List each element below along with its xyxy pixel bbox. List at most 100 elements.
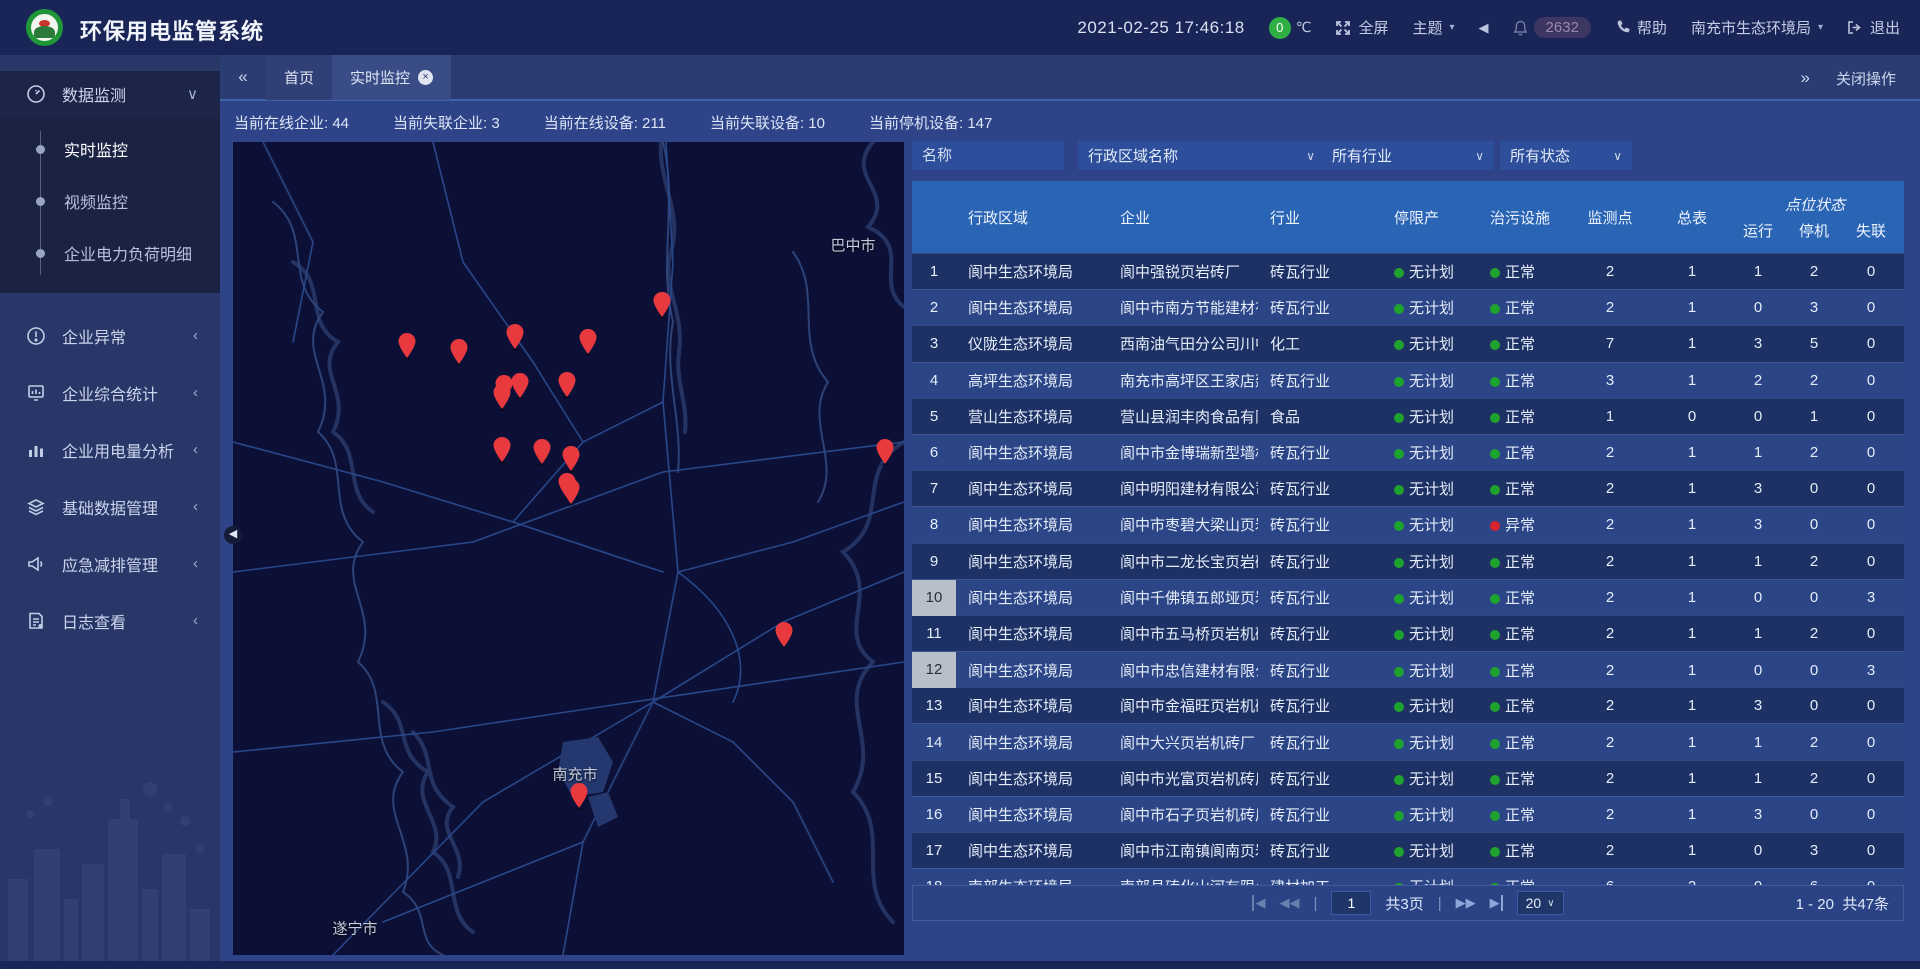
status-dot-icon (1490, 667, 1500, 677)
tabs-scroll-right-button[interactable]: » (1801, 68, 1810, 88)
map-marker-pin[interactable] (397, 332, 417, 360)
table-row[interactable]: 1阆中生态环境局阆中强锐页岩砖厂砖瓦行业无计划正常21120 (912, 253, 1904, 289)
map-marker-pin[interactable] (561, 478, 581, 506)
help-button[interactable]: 帮助 (1615, 17, 1667, 38)
top-bar: 环保用电监管系统 2021-02-25 17:46:18 0 ℃ 全屏 主题 ▾… (0, 0, 1920, 55)
sidebar-item-realtime-monitor[interactable]: 实时监控 (0, 123, 220, 175)
cell-meters: 1 (1654, 734, 1730, 751)
map-marker-pin[interactable] (569, 782, 589, 810)
org-menu[interactable]: 南充市生态环境局 ▾ (1691, 17, 1823, 38)
table-row[interactable]: 5营山生态环境局营山县润丰肉食品有限食品无计划正常10010 (912, 398, 1904, 434)
cell-company: 阆中千佛镇五郎垭页岩 (1108, 587, 1258, 608)
tabs-scroll-left-button[interactable]: « (220, 67, 266, 87)
logout-button[interactable]: 退出 (1847, 17, 1900, 38)
map-marker-pin[interactable] (510, 372, 530, 400)
cell-plan-status: 无计划 (1382, 261, 1478, 282)
sidebar-item-log-view[interactable]: 日志查看 ‹ (0, 592, 220, 649)
fullscreen-button[interactable]: 全屏 (1335, 17, 1388, 38)
close-operations-button[interactable]: 关闭操作 (1836, 68, 1896, 89)
map-marker-pin[interactable] (505, 323, 525, 351)
tab-close-icon[interactable]: × (418, 70, 433, 85)
table-row[interactable]: 14阆中生态环境局阆中大兴页岩机砖厂砖瓦行业无计划正常21120 (912, 723, 1904, 759)
status-dot-icon (1490, 268, 1500, 278)
sidebar-item-data-monitoring[interactable]: 数据监测 ∨ (0, 71, 220, 117)
status-dot-icon (1490, 340, 1500, 350)
map-marker-pin[interactable] (532, 438, 552, 466)
sidebar-collapse-button[interactable]: ◀ (224, 526, 242, 544)
sidebar-item-enterprise-statistics[interactable]: 企业综合统计 ‹ (0, 364, 220, 421)
table-row[interactable]: 7阆中生态环境局阆中明阳建材有限公司砖瓦行业无计划正常21300 (912, 470, 1904, 506)
prev-page-button[interactable]: ◀◀ (1279, 895, 1299, 911)
sidebar-item-basic-data[interactable]: 基础数据管理 ‹ (0, 478, 220, 535)
status-dot-icon (1394, 449, 1404, 459)
row-index: 7 (912, 480, 956, 497)
megaphone-icon (26, 554, 46, 574)
sidebar-item-enterprise-abnormal[interactable]: 企业异常 ‹ (0, 307, 220, 364)
cell-plan-status: 无计划 (1382, 442, 1478, 463)
table-row[interactable]: 9阆中生态环境局阆中市二龙长宝页岩砖砖瓦行业无计划正常21120 (912, 543, 1904, 579)
cell-lost: 0 (1842, 516, 1900, 533)
stat-item: 当前在线设备: 211 (544, 112, 666, 133)
cell-industry: 砖瓦行业 (1258, 442, 1382, 463)
table-row[interactable]: 12阆中生态环境局阆中市忠信建材有限公砖瓦行业无计划正常21003 (912, 651, 1904, 687)
table-row[interactable]: 4高坪生态环境局南充市高坪区王家店建砖瓦行业无计划正常31220 (912, 362, 1904, 398)
name-search-input[interactable] (912, 141, 1064, 170)
map-marker-pin[interactable] (449, 338, 469, 366)
table-row[interactable]: 10阆中生态环境局阆中千佛镇五郎垭页岩砖瓦行业无计划正常21003 (912, 579, 1904, 615)
sidebar-item-power-load-detail[interactable]: 企业电力负荷明细 (0, 227, 220, 279)
cell-region: 阆中生态环境局 (956, 551, 1108, 572)
tab-home[interactable]: 首页 (266, 54, 332, 100)
map-marker-pin[interactable] (774, 621, 794, 649)
cell-meters: 1 (1654, 263, 1730, 280)
theme-menu[interactable]: 主题 ▾ (1413, 17, 1455, 38)
cell-lost: 0 (1842, 734, 1900, 751)
last-page-button[interactable]: ▶ (1490, 895, 1503, 911)
sidebar-item-video-monitor[interactable]: 视频监控 (0, 175, 220, 227)
cell-facility-status: 正常 (1478, 370, 1566, 391)
cell-stop: 0 (1786, 806, 1842, 823)
table-row[interactable]: 2阆中生态环境局阆中市南方节能建材有砖瓦行业无计划正常21030 (912, 289, 1904, 325)
table-row[interactable]: 13阆中生态环境局阆中市金福旺页岩机砖砖瓦行业无计划正常21300 (912, 687, 1904, 723)
map-canvas[interactable]: 巴中市南充市遂宁市 (233, 142, 904, 955)
table-row[interactable]: 6阆中生态环境局阆中市金博瑞新型墙材砖瓦行业无计划正常21120 (912, 434, 1904, 470)
notifications[interactable]: 2632 (1513, 17, 1591, 38)
page-size-select[interactable]: 20 ∨ (1517, 891, 1564, 915)
chevron-down-icon: ∨ (1547, 898, 1554, 909)
map-marker-pin[interactable] (492, 436, 512, 464)
cell-facility-status: 正常 (1478, 333, 1566, 354)
status-select[interactable]: 所有状态 ∨ (1500, 141, 1632, 170)
cell-facility-status: 正常 (1478, 478, 1566, 499)
map-marker-pin[interactable] (578, 328, 598, 356)
sidebar-item-emergency-reduction[interactable]: 应急减排管理 ‹ (0, 535, 220, 592)
page-number-input[interactable] (1331, 891, 1371, 915)
map-marker-pin[interactable] (652, 291, 672, 319)
tab-realtime-monitor[interactable]: 实时监控 × (332, 54, 451, 100)
chevron-left-icon: ‹ (193, 555, 198, 572)
table-row[interactable]: 17阆中生态环境局阆中市江南镇阆南页岩砖瓦行业无计划正常21030 (912, 832, 1904, 868)
cell-points: 2 (1566, 516, 1654, 533)
cell-stop: 6 (1786, 878, 1842, 885)
industry-select[interactable]: 所有行业 ∨ (1322, 141, 1494, 170)
cell-run: 1 (1730, 263, 1786, 280)
table-row[interactable]: 15阆中生态环境局阆中市光富页岩机砖厂砖瓦行业无计划正常21120 (912, 760, 1904, 796)
map-marker-pin[interactable] (875, 438, 895, 466)
table-row[interactable]: 18南部生态环境局南部县砖化山河有限公建材加工无计划正常62060 (912, 868, 1904, 885)
first-page-button[interactable]: ◀ (1252, 895, 1265, 911)
cell-lost: 0 (1842, 299, 1900, 316)
next-page-button[interactable]: ▶▶ (1456, 895, 1476, 911)
sidebar-item-power-analysis[interactable]: 企业用电量分析 ‹ (0, 421, 220, 478)
table-row[interactable]: 8阆中生态环境局阆中市枣碧大梁山页岩砖瓦行业无计划异常21300 (912, 506, 1904, 542)
map-marker-pin[interactable] (561, 445, 581, 473)
cell-meters: 1 (1654, 662, 1730, 679)
map-marker-pin[interactable] (557, 371, 577, 399)
table-row[interactable]: 11阆中生态环境局阆中市五马桥页岩机砖砖瓦行业无计划正常21120 (912, 615, 1904, 651)
map-marker-pin[interactable] (492, 383, 512, 411)
mute-button[interactable]: ◀ (1479, 20, 1489, 36)
region-select[interactable]: 行政区域名称 ∨ (1078, 141, 1325, 170)
map-city-label: 遂宁市 (332, 918, 377, 939)
table-row[interactable]: 16阆中生态环境局阆中市石子页岩机砖厂砖瓦行业无计划正常21300 (912, 796, 1904, 832)
cell-facility-status: 正常 (1478, 587, 1566, 608)
cell-lost: 0 (1842, 697, 1900, 714)
cell-industry: 建材加工 (1258, 876, 1382, 885)
table-row[interactable]: 3仪陇生态环境局西南油气田分公司川中化工无计划正常71350 (912, 325, 1904, 361)
